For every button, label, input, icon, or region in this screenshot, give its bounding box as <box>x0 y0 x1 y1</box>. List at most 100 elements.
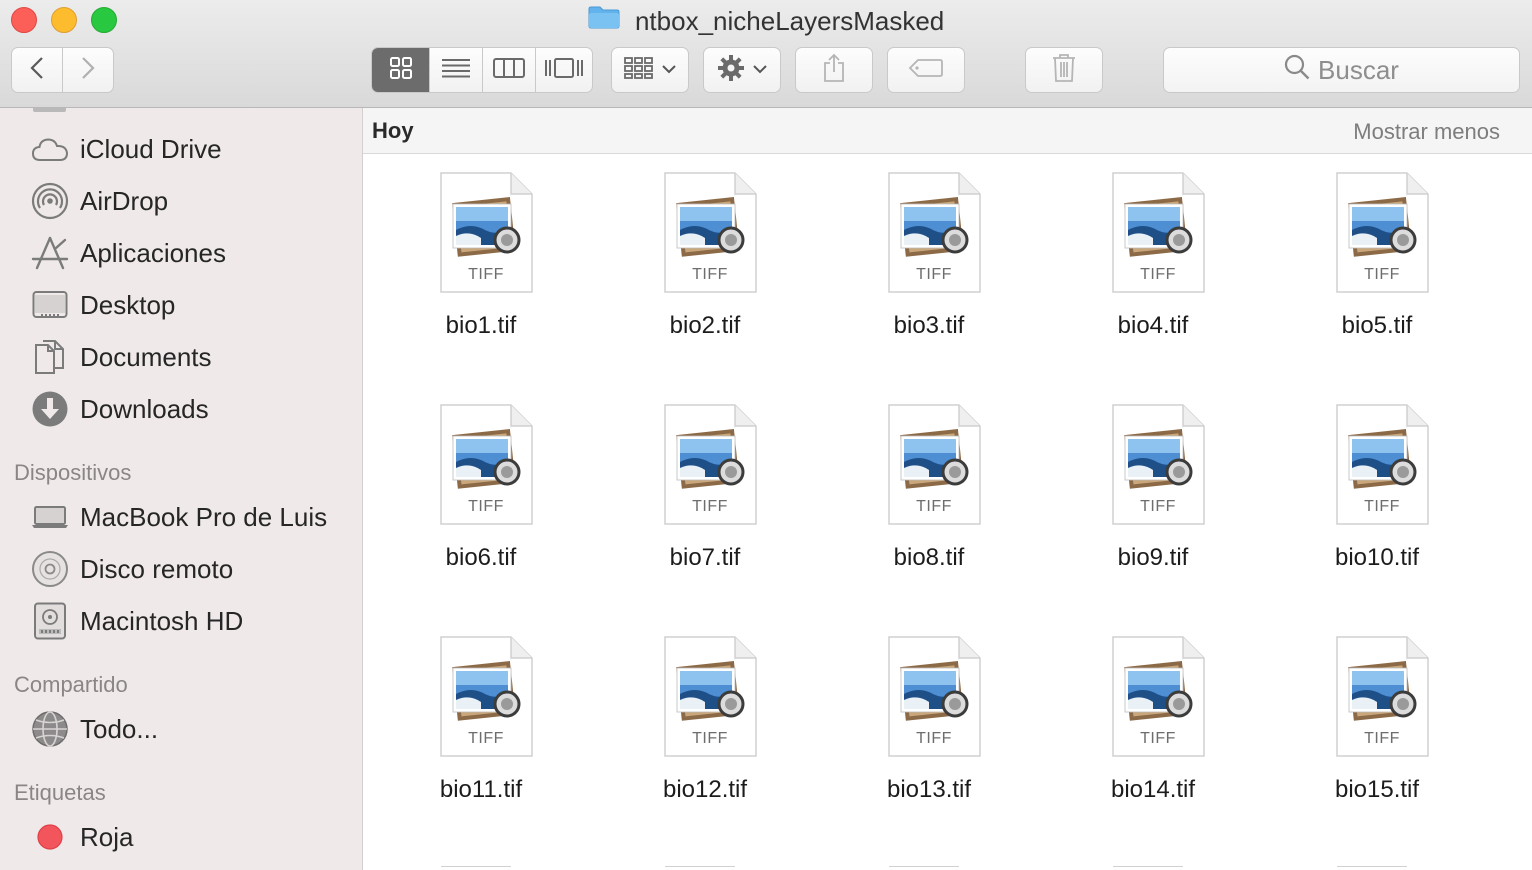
file-name: bio7.tif <box>669 544 741 571</box>
file-item[interactable]: TIFF bio3.tif <box>817 172 1041 404</box>
applications-icon <box>30 233 70 273</box>
sidebar-item-todo[interactable]: Todo... <box>0 705 362 753</box>
sidebar-item-label: MacBook Pro de Luis <box>80 501 328 532</box>
file-name: bio5.tif <box>1341 312 1413 339</box>
file-item[interactable]: TIFF bio1.tif <box>369 172 593 404</box>
file-name: bio2.tif <box>669 312 741 339</box>
sidebar-item-airdrop[interactable]: AirDrop <box>0 177 362 225</box>
file-item[interactable]: TIFF bio9.tif <box>1041 404 1265 636</box>
tiff-file-icon: TIFF <box>1111 636 1205 758</box>
sidebar-item-label: AirDrop <box>80 185 169 216</box>
file-item[interactable]: TIFF bio10.tif <box>1265 404 1489 636</box>
search-field[interactable]: Buscar <box>1163 47 1520 93</box>
share-button[interactable] <box>795 47 873 93</box>
sidebar-item-downloads[interactable]: Downloads <box>0 385 362 433</box>
arrange-button[interactable] <box>611 47 689 93</box>
file-item-partial <box>665 866 735 870</box>
sidebar-item-macbook[interactable]: MacBook Pro de Luis <box>0 493 362 541</box>
tiff-file-icon: TIFF <box>887 404 981 526</box>
sidebar-heading-devices: Dispositivos <box>14 460 132 485</box>
sidebar-item-aplicaciones[interactable]: Aplicaciones <box>0 229 362 277</box>
list-view-button[interactable] <box>430 48 483 92</box>
sidebar-item-label: Todo... <box>80 713 159 744</box>
file-item-partial <box>889 866 959 870</box>
file-name: bio3.tif <box>893 312 965 339</box>
cover-flow-button[interactable] <box>536 48 592 92</box>
window-title-text: ntbox_nicheLayersMasked <box>634 6 945 36</box>
window-toolbar: ntbox_nicheLayersMasked Buscar <box>0 0 1532 108</box>
icon-view-button[interactable] <box>372 48 430 92</box>
trash-icon <box>1052 53 1076 88</box>
file-kind-label: TIFF <box>916 266 952 283</box>
show-less-link[interactable]: Mostrar menos <box>1353 119 1500 145</box>
file-item[interactable]: TIFF bio4.tif <box>1041 172 1265 404</box>
group-header: Hoy Mostrar menos <box>363 108 1532 154</box>
file-name: bio4.tif <box>1117 312 1189 339</box>
sidebar-item-disco-remoto[interactable]: Disco remoto <box>0 545 362 593</box>
file-kind-label: TIFF <box>916 730 952 747</box>
sidebar-item-macintosh-hd[interactable]: Macintosh HD <box>0 597 362 645</box>
tag-icon <box>908 58 944 83</box>
file-item[interactable]: TIFF bio5.tif <box>1265 172 1489 404</box>
file-name: bio14.tif <box>1110 776 1196 803</box>
red-tag-dot-icon <box>30 817 70 857</box>
file-kind-label: TIFF <box>1140 498 1176 515</box>
sidebar-heading-shared: Compartido <box>14 672 128 697</box>
arrange-icon <box>624 56 654 84</box>
sidebar-item-documents[interactable]: Documents <box>0 333 362 381</box>
tiff-file-icon: TIFF <box>439 404 533 526</box>
column-view-icon <box>493 57 525 83</box>
hard-drive-icon <box>30 601 70 641</box>
navigation-buttons <box>11 47 114 93</box>
sidebar-item-label: iCloud Drive <box>80 133 222 164</box>
laptop-icon <box>30 497 70 537</box>
file-name: bio8.tif <box>893 544 965 571</box>
file-kind-label: TIFF <box>1364 498 1400 515</box>
sidebar-item-tag-roja[interactable]: Roja <box>0 813 362 861</box>
file-item[interactable]: TIFF bio11.tif <box>369 636 593 868</box>
list-view-icon <box>442 58 470 83</box>
file-item[interactable]: TIFF bio7.tif <box>593 404 817 636</box>
column-view-button[interactable] <box>483 48 536 92</box>
file-kind-label: TIFF <box>468 498 504 515</box>
file-name: bio1.tif <box>445 312 517 339</box>
window-title: ntbox_nicheLayersMasked <box>0 4 1532 38</box>
action-button[interactable] <box>703 47 781 93</box>
file-name: bio9.tif <box>1117 544 1189 571</box>
tiff-file-icon: TIFF <box>887 172 981 294</box>
tiff-file-icon: TIFF <box>1335 404 1429 526</box>
search-placeholder: Buscar <box>1318 54 1399 85</box>
tiff-file-icon: TIFF <box>1111 172 1205 294</box>
sidebar-item-desktop[interactable]: Desktop <box>0 281 362 329</box>
tiff-file-icon: TIFF <box>663 636 757 758</box>
file-item[interactable]: TIFF bio8.tif <box>817 404 1041 636</box>
desktop-icon <box>30 285 70 325</box>
file-kind-label: TIFF <box>692 730 728 747</box>
file-item[interactable]: TIFF bio14.tif <box>1041 636 1265 868</box>
documents-icon <box>30 337 70 377</box>
forward-button[interactable] <box>63 48 114 92</box>
file-item[interactable]: TIFF bio2.tif <box>593 172 817 404</box>
file-item[interactable]: TIFF bio15.tif <box>1265 636 1489 868</box>
file-kind-label: TIFF <box>692 498 728 515</box>
delete-button[interactable] <box>1025 47 1103 93</box>
file-kind-label: TIFF <box>468 730 504 747</box>
sidebar-item-label: Downloads <box>80 393 209 424</box>
cloud-icon <box>30 129 70 169</box>
sidebar-item-icloud-drive[interactable]: iCloud Drive <box>0 125 362 173</box>
sidebar-item-label: Macintosh HD <box>80 605 244 636</box>
file-name: bio12.tif <box>662 776 748 803</box>
tag-button[interactable] <box>887 47 965 93</box>
gear-icon <box>717 54 745 87</box>
file-name: bio11.tif <box>439 776 523 803</box>
file-item[interactable]: TIFF bio12.tif <box>593 636 817 868</box>
file-item[interactable]: TIFF bio6.tif <box>369 404 593 636</box>
chevron-down-icon <box>753 61 767 79</box>
chevron-down-icon <box>662 61 676 79</box>
tiff-file-icon: TIFF <box>1111 404 1205 526</box>
file-item[interactable]: TIFF bio13.tif <box>817 636 1041 868</box>
sidebar-heading-tags: Etiquetas <box>14 780 106 805</box>
icon-view-icon <box>389 56 412 84</box>
back-button[interactable] <box>12 48 63 92</box>
tiff-file-icon: TIFF <box>663 172 757 294</box>
